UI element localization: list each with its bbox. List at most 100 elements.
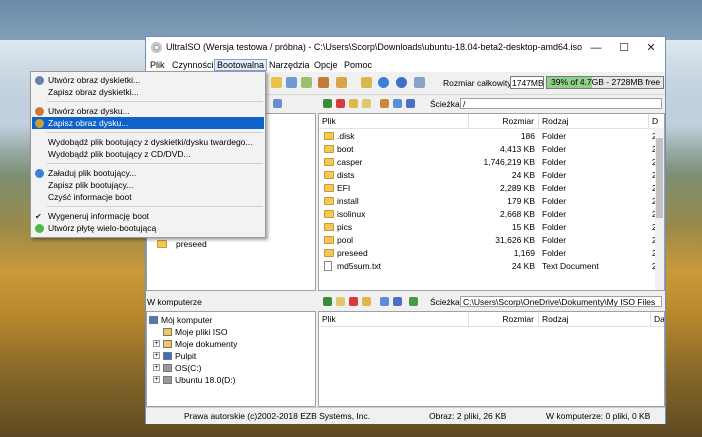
save-icon[interactable]: [286, 77, 297, 88]
local-files-panel: Plik Rozmiar Rodzaj Data: [318, 311, 665, 407]
iso-file-row[interactable]: install179 KBFolder2: [319, 195, 657, 208]
local-add-icon[interactable]: [362, 297, 371, 306]
capacity-bar[interactable]: 39% of 4.7GB - 2728MB free: [546, 76, 664, 89]
local-go-up-icon[interactable]: [323, 297, 332, 306]
menu-narzedzia[interactable]: Narzędzia: [269, 60, 310, 70]
dropdown-item[interactable]: Wydobądź plik bootujący z CD/DVD...: [32, 148, 264, 160]
go-up-icon[interactable]: [323, 99, 332, 108]
dropdown-item[interactable]: Zapisz plik bootujący...: [32, 179, 264, 191]
menu-opcje[interactable]: Opcje: [314, 60, 338, 70]
dropdown-item[interactable]: Utwórz płytę wielo-bootującą: [32, 222, 264, 234]
iso-file-row[interactable]: dists24 KBFolder2: [319, 169, 657, 182]
iso-file-row[interactable]: preseed1,169Folder2: [319, 247, 657, 260]
status-bar: Prawa autorskie (c)2002-2018 EZB Systems…: [146, 407, 665, 424]
local-col-rodzaj[interactable]: Rodzaj: [539, 312, 651, 326]
expand-icon[interactable]: +: [153, 340, 160, 347]
col-plik[interactable]: Plik: [319, 114, 469, 128]
iso-file-row[interactable]: pics15 KBFolder2: [319, 221, 657, 234]
folder-icon: [324, 145, 334, 153]
add-files-icon[interactable]: [362, 99, 371, 108]
iso-file-row[interactable]: .disk186Folder2: [319, 130, 657, 143]
exit-icon[interactable]: [414, 77, 425, 88]
folder-icon: [324, 210, 334, 218]
file-name: preseed: [337, 248, 368, 258]
col-rozmiar[interactable]: Rozmiar: [469, 114, 539, 128]
check-icon: ✔: [35, 212, 42, 221]
disk-write-icon: [35, 119, 44, 128]
local-path-field[interactable]: C:\Users\Scorp\OneDrive\Dokumenty\My ISO…: [460, 296, 662, 307]
local-settings-icon[interactable]: [380, 297, 389, 306]
local-files-header: Plik Rozmiar Rodzaj Data: [319, 312, 664, 327]
text-file-icon: [324, 261, 332, 271]
local-delete-icon[interactable]: [349, 297, 358, 306]
col-rodzaj[interactable]: Rodzaj: [539, 114, 649, 128]
menu-czynnosci[interactable]: Czynności: [172, 60, 214, 70]
folder-icon: [324, 223, 334, 231]
local-tree-label: OS(C:): [175, 363, 202, 373]
local-col-data[interactable]: Data: [651, 312, 664, 326]
extract-icon[interactable]: [301, 77, 312, 88]
iso-path-field[interactable]: /: [460, 98, 662, 109]
dropdown-item[interactable]: Zapisz obraz dysku...: [32, 117, 264, 129]
menu-pomoc[interactable]: Pomoc: [344, 60, 372, 70]
dropdown-item[interactable]: Wydobądź plik bootujący z dyskietki/dysk…: [32, 136, 264, 148]
help-icon[interactable]: [396, 77, 407, 88]
close-button[interactable]: ✕: [637, 37, 665, 59]
dropdown-item-label: Utwórz obraz dysku...: [48, 106, 130, 116]
dropdown-item-label: Wydobądź plik bootujący z CD/DVD...: [48, 149, 191, 159]
mount-icon[interactable]: [336, 77, 347, 88]
title-bar[interactable]: UltraISO (Wersja testowa / próbna) - C:\…: [146, 37, 665, 59]
dropdown-item[interactable]: Utwórz obraz dysku...: [32, 105, 264, 117]
local-view-icon[interactable]: [393, 297, 402, 306]
folder-icon: [324, 171, 334, 179]
dropdown-item-label: Załaduj plik bootujący...: [48, 168, 137, 178]
col-data[interactable]: D: [649, 114, 664, 128]
local-tree-label: Moje dokumenty: [175, 339, 238, 349]
iso-file-row[interactable]: EFI2,289 KBFolder2: [319, 182, 657, 195]
info-icon[interactable]: [378, 77, 389, 88]
settings-icon[interactable]: [393, 99, 402, 108]
folder-icon: [157, 240, 167, 248]
iso-file-row[interactable]: casper1,746,219 KBFolder2: [319, 156, 657, 169]
file-size: 186: [520, 131, 535, 141]
iso-file-row[interactable]: isolinux2,668 KBFolder2: [319, 208, 657, 221]
expand-icon[interactable]: +: [153, 352, 160, 359]
open-folder-icon[interactable]: [271, 77, 282, 88]
file-size: 179 KB: [507, 196, 535, 206]
expand-icon[interactable]: +: [153, 364, 160, 371]
iso-file-row[interactable]: md5sum.txt24 KBText Document2: [319, 260, 657, 273]
file-size: 15 KB: [511, 222, 535, 232]
local-refresh-icon[interactable]: [409, 297, 418, 306]
burn-icon[interactable]: [318, 77, 329, 88]
iso-file-row[interactable]: pool31,626 KBFolder2: [319, 234, 657, 247]
file-name: pics: [337, 222, 353, 232]
iso-files-scrollbar[interactable]: [655, 128, 664, 290]
local-col-plik[interactable]: Plik: [319, 312, 469, 326]
properties-icon[interactable]: [361, 77, 372, 88]
expand-icon[interactable]: +: [153, 376, 160, 383]
iso-tree-tool-icon[interactable]: [273, 99, 282, 108]
minimize-button[interactable]: —: [582, 37, 610, 59]
dropdown-item[interactable]: ✔ Wygeneruj informację boot: [32, 210, 264, 222]
iso-file-row[interactable]: boot4,413 KBFolder2: [319, 143, 657, 156]
new-folder-icon[interactable]: [349, 99, 358, 108]
menu-plik[interactable]: Plik: [150, 60, 165, 70]
view-icon[interactable]: [406, 99, 415, 108]
green-disk-icon: [35, 224, 44, 233]
iso-tree-item-label: preseed: [176, 239, 207, 249]
dropdown-item[interactable]: Czyść informacje boot: [32, 191, 264, 203]
scrollbar-thumb[interactable]: [656, 138, 663, 218]
dropdown-item[interactable]: Załaduj plik bootujący...: [32, 167, 264, 179]
dropdown-item[interactable]: Zapisz obraz dyskietki...: [32, 86, 264, 98]
extract-files-icon[interactable]: [380, 99, 389, 108]
local-col-rozmiar[interactable]: Rozmiar: [469, 312, 539, 326]
menu-separator: [47, 132, 263, 133]
menu-bootowalna[interactable]: Bootowalna: [214, 59, 268, 71]
ultraiso-app-icon: [151, 42, 162, 53]
dropdown-item[interactable]: Utwórz obraz dyskietki...: [32, 74, 264, 86]
delete-icon[interactable]: [336, 99, 345, 108]
local-new-folder-icon[interactable]: [336, 297, 345, 306]
local-tree-header: W komputerze: [146, 293, 316, 311]
folder-icon: [324, 236, 334, 244]
maximize-button[interactable]: ☐: [610, 37, 638, 59]
